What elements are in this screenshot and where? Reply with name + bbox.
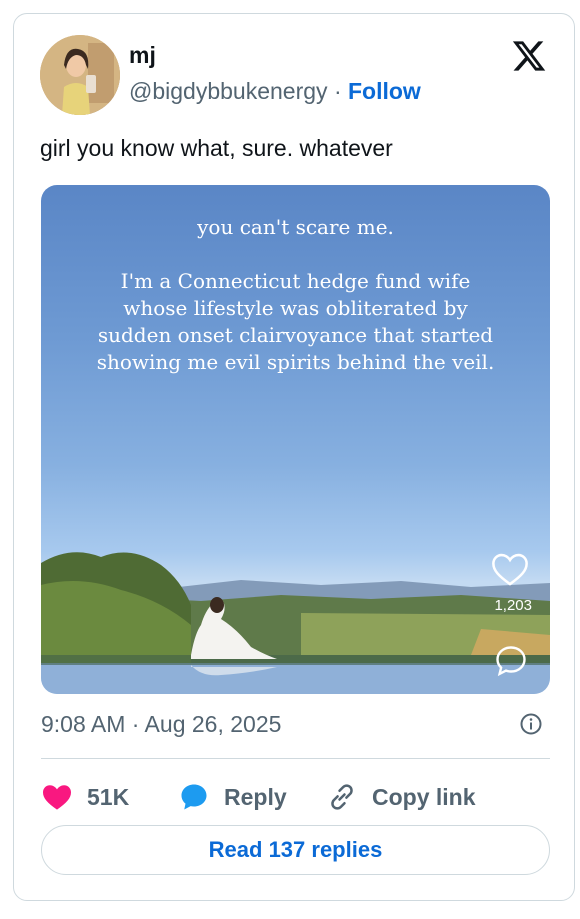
- tweet-timestamp[interactable]: 9:08 AM · Aug 26, 2025: [41, 711, 281, 738]
- heart-icon[interactable]: [491, 551, 529, 587]
- author-name[interactable]: mj: [129, 42, 156, 69]
- overlay-caption-line-3: whose lifestyle was obliterated by: [123, 296, 468, 320]
- overlay-caption-line-4: sudden onset clairvoyance that started: [97, 323, 494, 347]
- landscape-photo: [41, 552, 550, 694]
- x-logo-icon[interactable]: [510, 38, 548, 74]
- divider: [41, 758, 550, 759]
- avatar[interactable]: [40, 35, 120, 115]
- copy-link-label: Copy link: [372, 783, 476, 810]
- comment-icon[interactable]: [493, 643, 529, 679]
- separator-dot: ·: [333, 78, 342, 104]
- copy-link-button[interactable]: Copy link: [326, 779, 476, 815]
- like-count: 51K: [87, 783, 130, 810]
- copy-link-icon: [331, 784, 353, 810]
- reply-label: Reply: [224, 783, 287, 810]
- read-replies-label: Read 137 replies: [208, 837, 383, 862]
- read-replies-button[interactable]: Read 137 replies: [41, 825, 550, 875]
- tweet-embed-card: mj @bigdybbukenergy · Follow girl you kn…: [13, 13, 575, 901]
- tweet-text: girl you know what, sure. whatever: [40, 135, 393, 161]
- overlay-caption-line-1: you can't scare me.: [197, 215, 394, 239]
- info-icon[interactable]: [519, 712, 543, 736]
- media-like-count: 1,203: [494, 597, 532, 614]
- follow-link[interactable]: Follow: [348, 78, 421, 104]
- action-bar: 51K Reply Copy link: [41, 779, 550, 815]
- author-handle[interactable]: @bigdybbukenergy: [129, 78, 328, 104]
- like-button[interactable]: 51K: [41, 779, 129, 815]
- reply-button[interactable]: Reply: [178, 779, 287, 815]
- author-handle-row: @bigdybbukenergy · Follow: [129, 78, 421, 105]
- tweet-media[interactable]: you can't scare me. I'm a Connecticut he…: [41, 185, 550, 694]
- avatar-photo: [40, 35, 120, 115]
- overlay-caption-line-5: showing me evil spirits behind the veil.: [96, 350, 495, 374]
- reply-bubble-icon: [181, 784, 207, 810]
- overlay-caption-line-2: I'm a Connecticut hedge fund wife: [120, 269, 471, 293]
- like-heart-icon: [43, 785, 71, 810]
